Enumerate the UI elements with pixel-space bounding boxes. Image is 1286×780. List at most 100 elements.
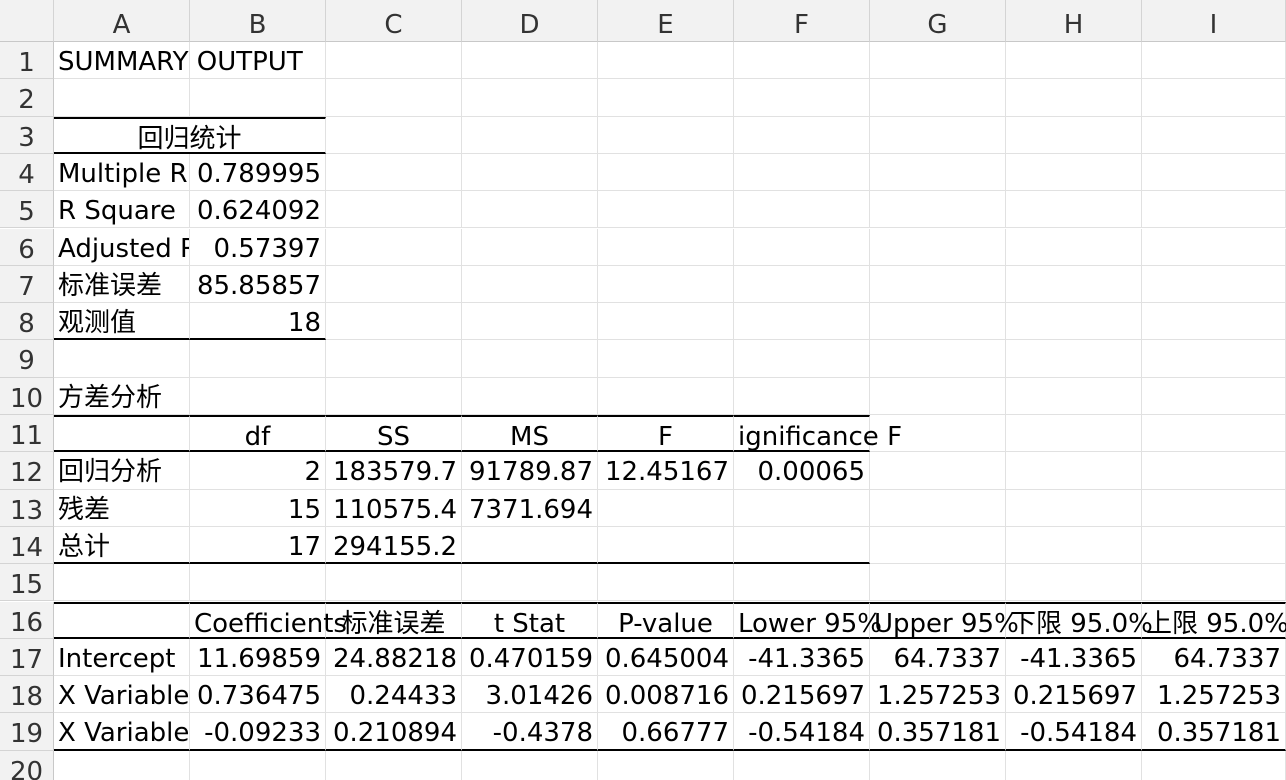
cell-e5[interactable] [598, 191, 734, 229]
cell-e12[interactable]: 12.45167 [598, 452, 734, 490]
row-header-16[interactable]: 16 [0, 601, 54, 639]
cell-f1[interactable] [734, 42, 870, 80]
cell-b13[interactable]: 15 [190, 489, 326, 527]
cell-f6[interactable] [734, 228, 870, 266]
cell-i13[interactable] [1142, 489, 1286, 527]
cell-h15[interactable] [1006, 564, 1142, 602]
cell-f20[interactable] [734, 750, 870, 780]
cell-e15[interactable] [598, 564, 734, 602]
cell-g15[interactable] [870, 564, 1006, 602]
cell-d7[interactable] [462, 265, 598, 304]
cell-h8[interactable] [1006, 303, 1142, 341]
cell-i15[interactable] [1142, 564, 1286, 602]
cell-b5[interactable]: 0.624092 [190, 191, 326, 229]
row-header-10[interactable]: 10 [0, 377, 54, 415]
cell-b15[interactable] [190, 564, 326, 602]
cell-b17[interactable]: 11.69859 [190, 638, 326, 677]
cell-d1[interactable] [462, 42, 598, 80]
cell-f15[interactable] [734, 564, 870, 602]
select-all-corner[interactable] [0, 0, 54, 42]
cell-c18[interactable]: 0.24433 [326, 676, 462, 714]
cell-f18[interactable]: 0.215697 [734, 676, 870, 714]
cell-c13[interactable]: 110575.4 [326, 489, 462, 527]
cell-a2[interactable] [54, 79, 190, 117]
cell-a4[interactable]: Multiple R [54, 153, 190, 192]
cell-i14[interactable] [1142, 526, 1286, 565]
row-header-14[interactable]: 14 [0, 526, 54, 565]
cell-e18[interactable]: 0.008716 [598, 676, 734, 714]
cell-e1[interactable] [598, 42, 734, 80]
cell-c17[interactable]: 24.88218 [326, 638, 462, 677]
cell-a5[interactable]: R Square [54, 191, 190, 229]
cell-c6[interactable] [326, 228, 462, 266]
cell-g2[interactable] [870, 79, 1006, 117]
cell-g14[interactable] [870, 526, 1006, 565]
cell-f10[interactable] [734, 377, 870, 415]
cell-a11[interactable] [54, 415, 190, 453]
cell-d14[interactable] [462, 526, 598, 565]
cell-b19[interactable]: -0.09233 [190, 713, 326, 751]
cell-e6[interactable] [598, 228, 734, 266]
cell-i19[interactable]: 0.357181 [1142, 713, 1286, 751]
cell-g5[interactable] [870, 191, 1006, 229]
cell-g8[interactable] [870, 303, 1006, 341]
cell-a7[interactable]: 标准误差 [54, 265, 190, 304]
cell-b2[interactable] [190, 79, 326, 117]
column-header-d[interactable]: D [462, 0, 598, 42]
cell-c1[interactable] [326, 42, 462, 80]
row-header-17[interactable]: 17 [0, 638, 54, 677]
cell-d11[interactable]: MS [462, 415, 598, 453]
cell-d2[interactable] [462, 79, 598, 117]
cell-g20[interactable] [870, 750, 1006, 780]
column-header-h[interactable]: H [1006, 0, 1142, 42]
cell-b10[interactable] [190, 377, 326, 415]
cell-f5[interactable] [734, 191, 870, 229]
cell-c11[interactable]: SS [326, 415, 462, 453]
cell-f8[interactable] [734, 303, 870, 341]
cell-g12[interactable] [870, 452, 1006, 490]
cell-e14[interactable] [598, 526, 734, 565]
cell-h5[interactable] [1006, 191, 1142, 229]
cell-g6[interactable] [870, 228, 1006, 266]
cell-d10[interactable] [462, 377, 598, 415]
cell-f14[interactable] [734, 526, 870, 565]
cell-b11[interactable]: df [190, 415, 326, 453]
cell-g10[interactable] [870, 377, 1006, 415]
cell-f12[interactable]: 0.00065 [734, 452, 870, 490]
cell-b12[interactable]: 2 [190, 452, 326, 490]
cell-h13[interactable] [1006, 489, 1142, 527]
row-header-2[interactable]: 2 [0, 79, 54, 117]
cell-i1[interactable] [1142, 42, 1286, 80]
cell-i12[interactable] [1142, 452, 1286, 490]
cell-e13[interactable] [598, 489, 734, 527]
cell-g4[interactable] [870, 153, 1006, 192]
cell-f9[interactable] [734, 340, 870, 378]
column-header-a[interactable]: A [54, 0, 190, 42]
row-header-9[interactable]: 9 [0, 340, 54, 378]
cell-d4[interactable] [462, 153, 598, 192]
cell-e10[interactable] [598, 377, 734, 415]
cell-a6[interactable]: Adjusted R [54, 228, 190, 266]
cell-f13[interactable] [734, 489, 870, 527]
cell-g16[interactable]: Upper 95% [870, 601, 1019, 639]
cell-c12[interactable]: 183579.7 [326, 452, 462, 490]
cell-h20[interactable] [1006, 750, 1142, 780]
cell-h3[interactable] [1006, 116, 1142, 154]
cell-a10[interactable]: 方差分析 [54, 377, 190, 415]
cell-c15[interactable] [326, 564, 462, 602]
cell-d6[interactable] [462, 228, 598, 266]
cell-g9[interactable] [870, 340, 1006, 378]
cell-i10[interactable] [1142, 377, 1286, 415]
cell-h7[interactable] [1006, 265, 1142, 304]
row-header-15[interactable]: 15 [0, 564, 54, 602]
cell-a3[interactable]: 回归统计 [54, 116, 326, 154]
cell-e17[interactable]: 0.645004 [598, 638, 734, 677]
cell-c2[interactable] [326, 79, 462, 117]
cell-b16[interactable]: Coefficients [190, 601, 347, 639]
cell-f2[interactable] [734, 79, 870, 117]
cell-h9[interactable] [1006, 340, 1142, 378]
cell-i2[interactable] [1142, 79, 1286, 117]
cell-d20[interactable] [462, 750, 598, 780]
row-header-13[interactable]: 13 [0, 489, 54, 527]
cell-i11[interactable] [1142, 415, 1286, 453]
